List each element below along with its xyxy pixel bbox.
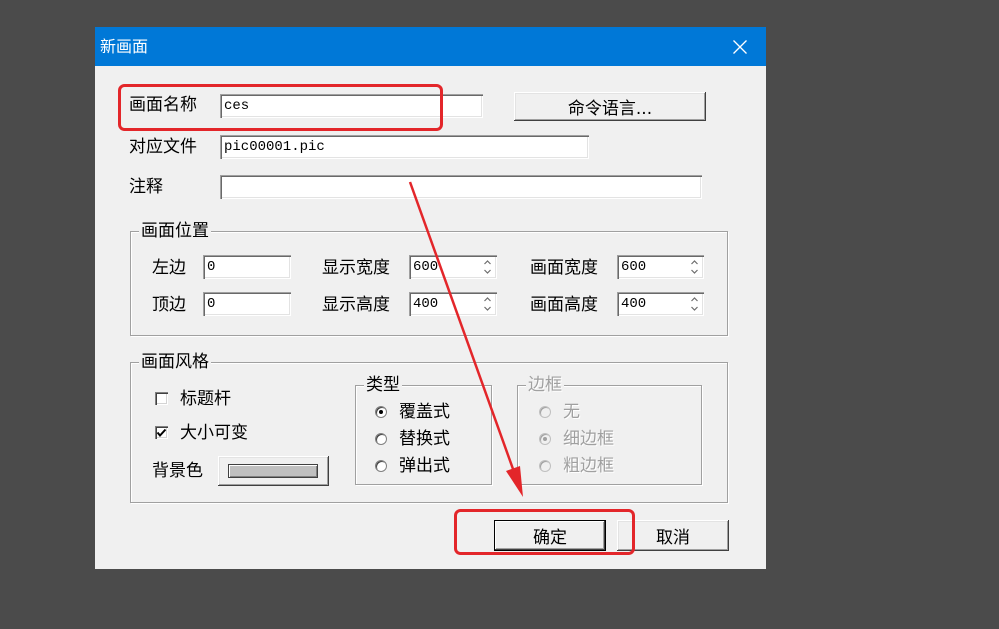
picture-height-spinner [617,292,704,316]
type-group: 类型 覆盖式 替换式 弹出式 [355,375,492,485]
picture-width-input[interactable] [619,257,687,277]
border-radio-none: 无 [539,402,639,422]
spin-up-icon [484,297,491,302]
left-input[interactable] [203,255,291,279]
type-legend: 类型 [364,375,402,395]
picture-height-input[interactable] [619,294,687,314]
checkbox-box [155,426,168,439]
picture-width-spin-down[interactable] [687,267,702,277]
close-button[interactable] [717,27,763,66]
display-height-spin-down[interactable] [480,304,495,314]
picture-width-spinner [617,255,704,279]
picture-name-label: 画面名称 [129,95,197,115]
radio-dot [379,410,383,414]
border-radio-label: 无 [563,402,580,422]
type-radio-label: 覆盖式 [399,402,450,422]
spin-down-icon [691,269,698,274]
picture-height-spin-down[interactable] [687,304,702,314]
close-icon [733,40,747,54]
background-color-swatch [228,464,318,478]
border-radio-thin: 细边框 [539,429,639,449]
check-icon [156,428,167,438]
picture-width-label: 画面宽度 [530,258,598,278]
picture-style-legend: 画面风格 [139,352,211,372]
spin-up-icon [484,260,491,265]
comment-label: 注释 [129,177,163,197]
picture-style-group: 画面风格 标题杆 大小可变 背景色 类型 覆盖式 替换式 弹出式 边框 无 细边… [130,352,728,503]
title-bar-checkbox[interactable]: 标题杆 [155,389,255,409]
spin-down-icon [691,306,698,311]
display-width-spinner [409,255,497,279]
spin-down-icon [484,269,491,274]
radio-dot [543,437,547,441]
display-height-label: 显示高度 [322,295,390,315]
new-picture-dialog: 新画面 画面名称 命令语言... 对应文件 注释 画面位置 左边 顶边 显示宽度… [95,27,766,569]
picture-height-label: 画面高度 [530,295,598,315]
command-language-button[interactable]: 命令语言... [514,92,706,121]
picture-height-spin-up[interactable] [687,294,702,304]
spin-down-icon [484,306,491,311]
display-width-spin-up[interactable] [480,257,495,267]
radio-circle [539,433,551,445]
type-radio-replace[interactable]: 替换式 [375,429,475,449]
title-bar[interactable]: 新画面 [95,27,766,66]
top-input[interactable] [203,292,291,316]
border-radio-thick: 粗边框 [539,456,639,476]
border-radio-label: 细边框 [563,429,614,449]
left-label: 左边 [152,258,186,278]
display-height-input[interactable] [411,294,480,314]
spin-up-icon [691,297,698,302]
display-width-input[interactable] [411,257,480,277]
title-bar-checkbox-label: 标题杆 [180,389,231,409]
background-color-label: 背景色 [152,461,203,481]
picture-position-group: 画面位置 左边 顶边 显示宽度 显示高度 画面宽度 画面高度 [130,221,728,336]
picture-name-input[interactable] [220,94,483,118]
window-title: 新画面 [100,37,149,56]
type-radio-overlay[interactable]: 覆盖式 [375,402,475,422]
display-width-label: 显示宽度 [322,258,390,278]
checkbox-box [155,392,168,405]
file-input[interactable] [220,135,589,159]
spin-up-icon [691,260,698,265]
resizable-checkbox[interactable]: 大小可变 [155,423,275,443]
radio-circle [375,406,387,418]
background-color-button[interactable] [218,456,329,486]
radio-circle [539,460,551,472]
type-radio-popup[interactable]: 弹出式 [375,456,475,476]
type-radio-label: 替换式 [399,429,450,449]
border-legend: 边框 [526,375,564,395]
group-frame [130,231,728,336]
top-label: 顶边 [152,295,186,315]
border-group: 边框 无 细边框 粗边框 [517,375,702,485]
type-radio-label: 弹出式 [399,456,450,476]
picture-width-spin-up[interactable] [687,257,702,267]
picture-position-legend: 画面位置 [139,221,211,241]
display-height-spin-up[interactable] [480,294,495,304]
comment-input[interactable] [220,175,702,199]
border-radio-label: 粗边框 [563,456,614,476]
file-label: 对应文件 [129,137,197,157]
display-width-spin-down[interactable] [480,267,495,277]
radio-circle [539,406,551,418]
radio-circle [375,460,387,472]
display-height-spinner [409,292,497,316]
radio-circle [375,433,387,445]
cancel-button[interactable]: 取消 [617,520,729,551]
resizable-checkbox-label: 大小可变 [180,423,248,443]
ok-button[interactable]: 确定 [494,520,606,551]
